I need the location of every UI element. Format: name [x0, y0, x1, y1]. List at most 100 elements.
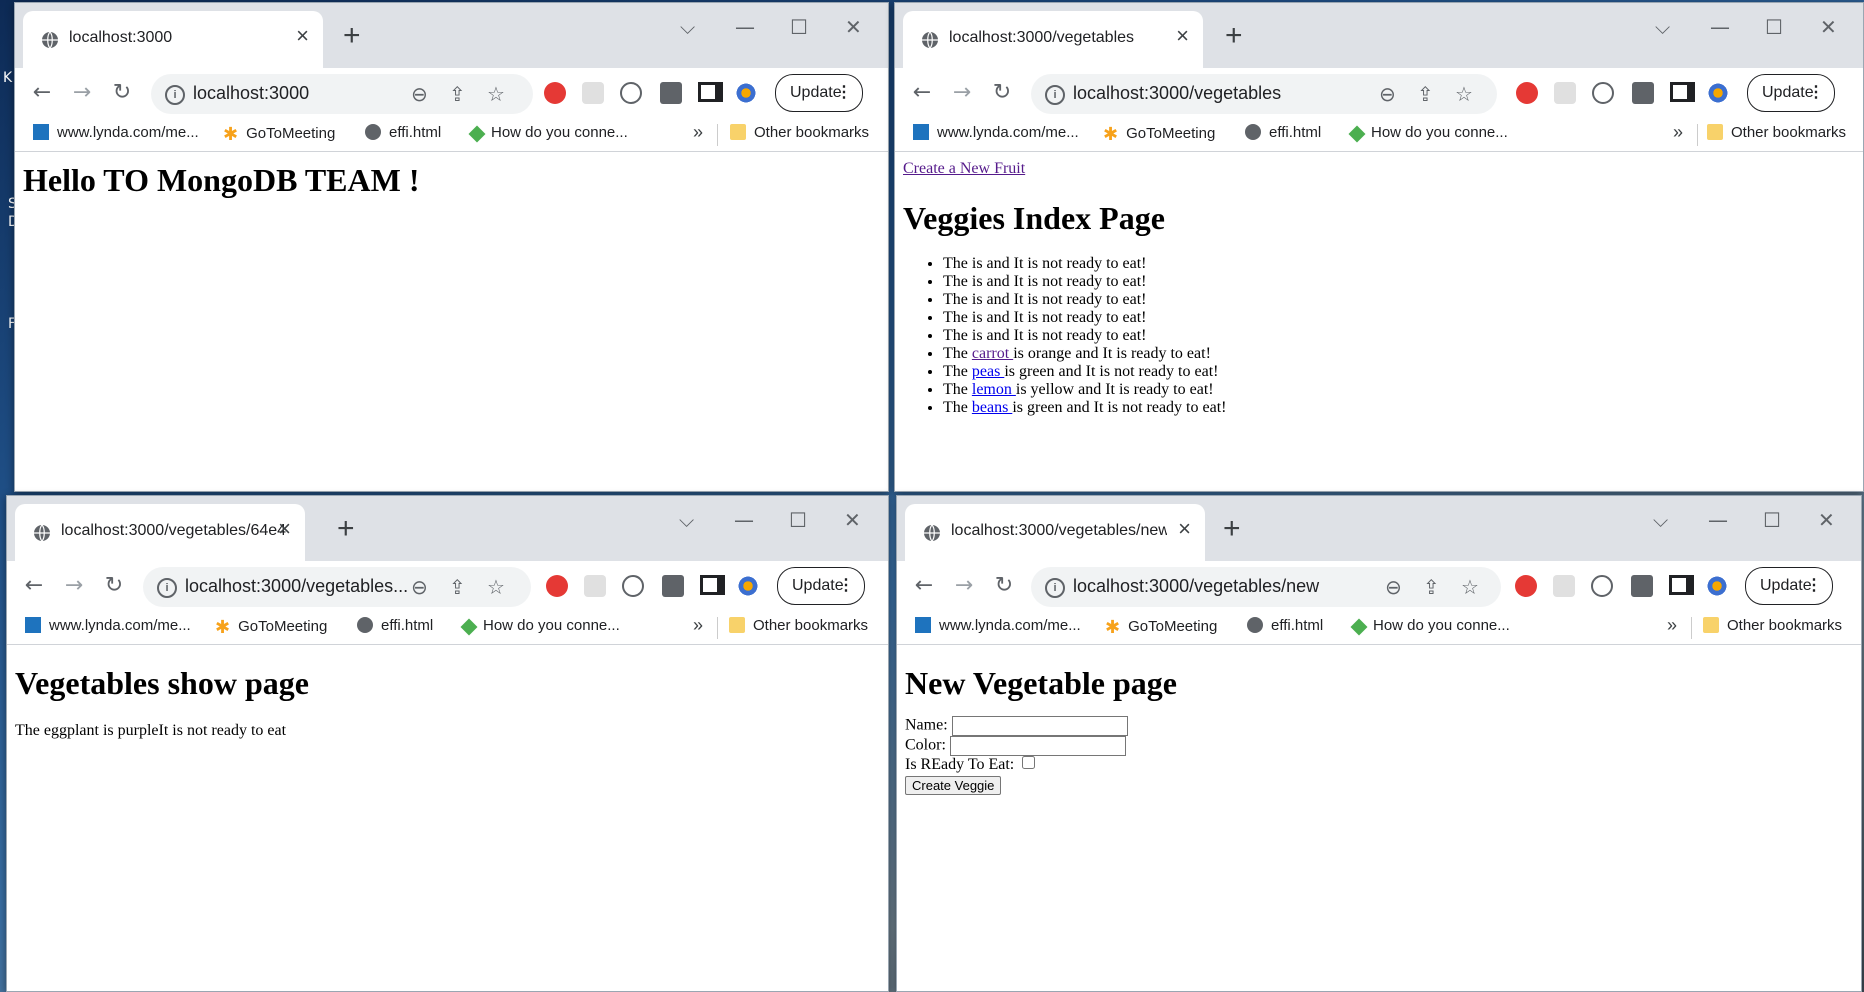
react-devtools-icon[interactable]: [735, 82, 757, 104]
kebab-menu-icon[interactable]: ⋮: [1808, 75, 1824, 111]
zoom-icon[interactable]: ⊖: [1385, 575, 1402, 599]
bookmark-lynda[interactable]: www.lynda.com/me...: [915, 617, 1081, 634]
star-icon[interactable]: ☆: [1455, 82, 1473, 106]
vegetable-link-lemon[interactable]: lemon: [972, 381, 1016, 398]
share-icon[interactable]: ⇪: [449, 82, 466, 106]
adblock-icon[interactable]: [544, 82, 566, 104]
site-info-icon[interactable]: i: [157, 578, 177, 598]
color-field[interactable]: [949, 736, 1126, 756]
back-icon[interactable]: ←: [29, 80, 55, 106]
close-icon[interactable]: ×: [1178, 518, 1191, 540]
maximize-icon[interactable]: ☐: [789, 508, 807, 532]
other-bookmarks[interactable]: Other bookmarks: [1703, 617, 1842, 634]
new-tab-icon[interactable]: +: [1223, 508, 1241, 550]
bookmark-how-do-you-connect[interactable]: How do you conne...: [468, 124, 628, 143]
bookmark-gotomeeting[interactable]: ✱ GoToMeeting: [1103, 124, 1215, 145]
react-devtools-icon[interactable]: [737, 575, 759, 597]
bookmark-lynda[interactable]: www.lynda.com/me...: [25, 617, 191, 634]
reload-icon[interactable]: ↻: [989, 80, 1015, 106]
bookmarks-overflow-icon[interactable]: »: [693, 615, 703, 636]
extension-icon[interactable]: [1592, 82, 1614, 104]
bookmark-effi[interactable]: effi.html: [357, 617, 433, 634]
vegetable-link-peas[interactable]: peas: [972, 363, 1004, 380]
other-bookmarks[interactable]: Other bookmarks: [730, 124, 869, 141]
kebab-menu-icon[interactable]: ⋮: [836, 75, 852, 111]
close-icon[interactable]: ×: [1176, 25, 1189, 47]
maximize-icon[interactable]: ☐: [1763, 508, 1781, 532]
extension-icon[interactable]: [620, 82, 642, 104]
bookmark-effi[interactable]: effi.html: [1245, 124, 1321, 141]
ready-to-eat-checkbox[interactable]: [1022, 756, 1036, 769]
minimize-icon[interactable]: —: [734, 508, 754, 532]
side-panel-icon[interactable]: [1669, 575, 1694, 595]
reload-icon[interactable]: ↻: [101, 573, 127, 599]
minimize-icon[interactable]: —: [1708, 508, 1728, 532]
tab-vegetable-show[interactable]: localhost:3000/vegetables/64e41 ×: [15, 504, 305, 561]
vegetable-link-beans[interactable]: beans: [972, 399, 1012, 416]
address-bar[interactable]: i localhost:3000/vegetables... ⊖ ⇪ ☆: [143, 567, 531, 607]
forward-icon[interactable]: →: [949, 80, 975, 106]
bookmarks-overflow-icon[interactable]: »: [1673, 122, 1683, 143]
create-new-fruit-link[interactable]: Create a New Fruit: [903, 160, 1025, 177]
name-field[interactable]: [951, 716, 1128, 736]
maximize-icon[interactable]: ☐: [790, 15, 808, 39]
extensions-icon[interactable]: [1632, 82, 1654, 104]
chevron-down-icon[interactable]: ⌵: [680, 15, 695, 39]
tab-vegetables[interactable]: localhost:3000/vegetables ×: [903, 11, 1203, 68]
chevron-down-icon[interactable]: ⌵: [679, 508, 694, 532]
create-veggie-button[interactable]: Create Veggie: [905, 776, 1002, 795]
bookmark-gotomeeting[interactable]: ✱ GoToMeeting: [223, 124, 335, 145]
window-close-icon[interactable]: ✕: [844, 508, 861, 532]
update-button[interactable]: Update ⋮: [777, 567, 865, 605]
react-devtools-icon[interactable]: [1707, 82, 1729, 104]
bookmark-gotomeeting[interactable]: ✱ GoToMeeting: [215, 617, 327, 638]
site-info-icon[interactable]: i: [165, 85, 185, 105]
extension-icon[interactable]: [622, 575, 644, 597]
new-tab-icon[interactable]: +: [337, 508, 355, 550]
update-button[interactable]: Update ⋮: [1745, 567, 1833, 605]
vegetable-link-carrot[interactable]: carrot: [972, 345, 1013, 362]
back-icon[interactable]: ←: [21, 573, 47, 599]
bookmark-gotomeeting[interactable]: ✱ GoToMeeting: [1105, 617, 1217, 638]
extension-icon[interactable]: [584, 575, 606, 597]
side-panel-icon[interactable]: [698, 82, 723, 102]
forward-icon[interactable]: →: [69, 80, 95, 106]
site-info-icon[interactable]: i: [1045, 578, 1065, 598]
site-info-icon[interactable]: i: [1045, 85, 1065, 105]
chevron-down-icon[interactable]: ⌵: [1653, 508, 1668, 532]
new-tab-icon[interactable]: +: [343, 15, 361, 57]
zoom-icon[interactable]: ⊖: [411, 82, 428, 106]
forward-icon[interactable]: →: [61, 573, 87, 599]
bookmark-effi[interactable]: effi.html: [365, 124, 441, 141]
share-icon[interactable]: ⇪: [1423, 575, 1440, 599]
kebab-menu-icon[interactable]: ⋮: [1806, 568, 1822, 604]
update-button[interactable]: Update ⋮: [1747, 74, 1835, 112]
reload-icon[interactable]: ↻: [991, 573, 1017, 599]
adblock-icon[interactable]: [546, 575, 568, 597]
tab-home[interactable]: localhost:3000 ×: [23, 11, 323, 68]
window-close-icon[interactable]: ✕: [845, 15, 862, 39]
address-bar[interactable]: i localhost:3000/vegetables ⊖ ⇪ ☆: [1031, 74, 1497, 114]
react-devtools-icon[interactable]: [1706, 575, 1728, 597]
back-icon[interactable]: ←: [911, 573, 937, 599]
extension-icon[interactable]: [1553, 575, 1575, 597]
bookmark-lynda[interactable]: www.lynda.com/me...: [913, 124, 1079, 141]
address-bar[interactable]: i localhost:3000/vegetables/new ⊖ ⇪ ☆: [1031, 567, 1501, 607]
extension-icon[interactable]: [582, 82, 604, 104]
address-bar[interactable]: i localhost:3000 ⊖ ⇪ ☆: [151, 74, 533, 114]
update-button[interactable]: Update ⋮: [775, 74, 863, 112]
bookmark-how-do-you-connect[interactable]: How do you conne...: [1348, 124, 1508, 143]
zoom-icon[interactable]: ⊖: [1379, 82, 1396, 106]
minimize-icon[interactable]: —: [1710, 15, 1730, 39]
reload-icon[interactable]: ↻: [109, 80, 135, 106]
bookmarks-overflow-icon[interactable]: »: [693, 122, 703, 143]
bookmark-how-do-you-connect[interactable]: How do you conne...: [1350, 617, 1510, 636]
side-panel-icon[interactable]: [1670, 82, 1695, 102]
star-icon[interactable]: ☆: [1461, 575, 1479, 599]
share-icon[interactable]: ⇪: [449, 575, 466, 599]
side-panel-icon[interactable]: [700, 575, 725, 595]
window-close-icon[interactable]: ✕: [1818, 508, 1835, 532]
kebab-menu-icon[interactable]: ⋮: [838, 568, 854, 604]
bookmark-effi[interactable]: effi.html: [1247, 617, 1323, 634]
bookmark-how-do-you-connect[interactable]: How do you conne...: [460, 617, 620, 636]
